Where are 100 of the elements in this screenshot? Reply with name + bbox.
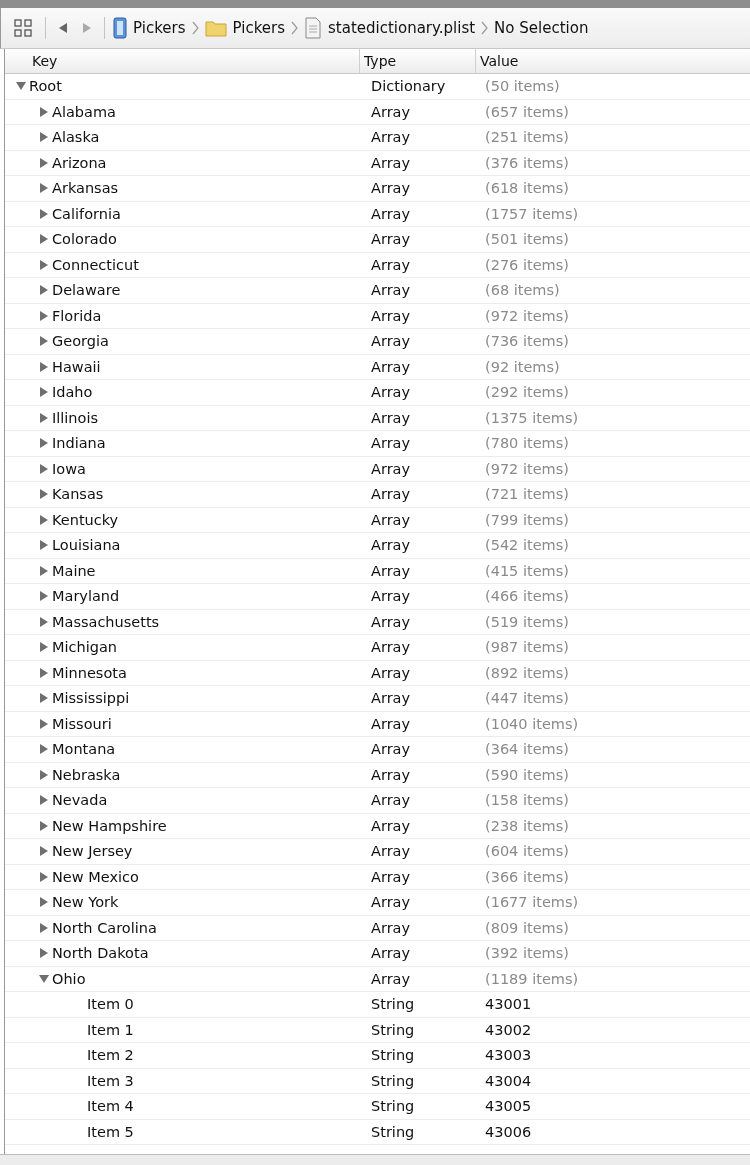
tree-row[interactable]: Louisiana Array (542 items) — [5, 533, 750, 559]
value-text: (92 items) — [484, 358, 560, 375]
key-text: Item 4 — [87, 1098, 134, 1115]
tree-row[interactable]: Nevada Array (158 items) — [5, 788, 750, 814]
key-text: California — [52, 205, 121, 222]
collapsed-triangle-icon[interactable] — [38, 105, 50, 118]
breadcrumb-item[interactable]: No Selection — [494, 19, 589, 37]
collapsed-triangle-icon[interactable] — [38, 692, 50, 705]
collapsed-triangle-icon[interactable] — [38, 309, 50, 322]
tree-row[interactable]: Item 4 String 43005 — [5, 1094, 750, 1120]
collapsed-triangle-icon[interactable] — [38, 845, 50, 858]
collapsed-triangle-icon[interactable] — [38, 539, 50, 552]
tree-row[interactable]: Root Dictionary (50 items) — [5, 74, 750, 100]
tree-row[interactable]: Delaware Array (68 items) — [5, 278, 750, 304]
tree-row[interactable]: Item 3 String 43004 — [5, 1068, 750, 1094]
collapsed-triangle-icon[interactable] — [38, 641, 50, 654]
tree-row[interactable]: Mississippi Array (447 items) — [5, 686, 750, 712]
key-text: Iowa — [52, 460, 86, 477]
tree-row[interactable]: Indiana Array (780 items) — [5, 431, 750, 457]
tree-row[interactable]: Item 0 String 43001 — [5, 992, 750, 1018]
column-title[interactable]: Key — [5, 49, 359, 73]
collapsed-triangle-icon[interactable] — [38, 207, 50, 220]
key-text: New Jersey — [52, 843, 133, 860]
collapsed-triangle-icon[interactable] — [38, 513, 50, 526]
tree-row[interactable]: Hawaii Array (92 items) — [5, 354, 750, 380]
collapsed-triangle-icon[interactable] — [38, 921, 50, 934]
collapsed-triangle-icon[interactable] — [38, 896, 50, 909]
tree-row[interactable]: North Dakota Array (392 items) — [5, 941, 750, 967]
collapsed-triangle-icon[interactable] — [38, 615, 50, 628]
expanded-triangle-icon[interactable] — [38, 972, 50, 985]
collapsed-triangle-icon[interactable] — [38, 488, 50, 501]
type-text: Array — [370, 664, 411, 681]
collapsed-triangle-icon[interactable] — [38, 819, 50, 832]
collapsed-triangle-icon[interactable] — [38, 717, 50, 730]
tree-row[interactable]: Montana Array (364 items) — [5, 737, 750, 763]
key-text: Maryland — [52, 588, 120, 605]
tree-row[interactable]: Connecticut Array (276 items) — [5, 252, 750, 278]
type-text: Array — [370, 460, 411, 477]
tree-row[interactable]: Missouri Array (1040 items) — [5, 711, 750, 737]
tree-row[interactable]: Arkansas Array (618 items) — [5, 176, 750, 202]
collapsed-triangle-icon[interactable] — [38, 131, 50, 144]
tree-row[interactable]: Maine Array (415 items) — [5, 558, 750, 584]
type-text: String — [370, 996, 415, 1013]
tree-row[interactable]: Idaho Array (292 items) — [5, 380, 750, 406]
collapsed-triangle-icon[interactable] — [38, 360, 50, 373]
collapsed-triangle-icon[interactable] — [38, 335, 50, 348]
tree-row[interactable]: Kansas Array (721 items) — [5, 482, 750, 508]
collapsed-triangle-icon[interactable] — [38, 743, 50, 756]
tree-row[interactable]: Massachusetts Array (519 items) — [5, 609, 750, 635]
tree-row[interactable]: Alaska Array (251 items) — [5, 125, 750, 151]
breadcrumb-item[interactable]: statedictionary.plist — [328, 19, 476, 37]
tree-row[interactable]: Item 5 String 43006 — [5, 1119, 750, 1145]
tree-row[interactable]: Illinois Array (1375 items) — [5, 405, 750, 431]
tree-row[interactable]: New Mexico Array (366 items) — [5, 864, 750, 890]
tree-row[interactable]: California Array (1757 items) — [5, 201, 750, 227]
breadcrumb-item[interactable]: Pickers — [232, 19, 285, 37]
collapsed-triangle-icon[interactable] — [38, 768, 50, 781]
tree-row[interactable]: North Carolina Array (809 items) — [5, 915, 750, 941]
tree-row[interactable]: Iowa Array (972 items) — [5, 456, 750, 482]
collapsed-triangle-icon[interactable] — [38, 794, 50, 807]
tree-row[interactable]: Alabama Array (657 items) — [5, 99, 750, 125]
tree-row[interactable]: Florida Array (972 items) — [5, 303, 750, 329]
tree-row[interactable]: New Hampshire Array (238 items) — [5, 813, 750, 839]
collapsed-triangle-icon[interactable] — [38, 411, 50, 424]
key-text: Ohio — [52, 970, 86, 987]
value-text: 43001 — [484, 996, 532, 1013]
collapsed-triangle-icon[interactable] — [38, 590, 50, 603]
tree-row[interactable]: Minnesota Array (892 items) — [5, 660, 750, 686]
collapsed-triangle-icon[interactable] — [38, 284, 50, 297]
collapsed-triangle-icon[interactable] — [38, 947, 50, 960]
tree-row[interactable]: Colorado Array (501 items) — [5, 227, 750, 253]
type-text: Array — [370, 715, 411, 732]
tree-row[interactable]: Arizona Array (376 items) — [5, 150, 750, 176]
collapsed-triangle-icon[interactable] — [38, 437, 50, 450]
collapsed-triangle-icon[interactable] — [38, 564, 50, 577]
tree-row[interactable]: Maryland Array (466 items) — [5, 584, 750, 610]
tree-row[interactable]: Kentucky Array (799 items) — [5, 507, 750, 533]
collapsed-triangle-icon[interactable] — [38, 462, 50, 475]
tree-row[interactable]: Ohio Array (1189 items) — [5, 966, 750, 992]
type-text: Array — [370, 282, 411, 299]
breadcrumb-item[interactable]: Pickers — [133, 19, 186, 37]
column-title[interactable]: Value — [475, 49, 750, 73]
collapsed-triangle-icon[interactable] — [38, 258, 50, 271]
tree-row[interactable]: Item 1 String 43002 — [5, 1017, 750, 1043]
value-text: (392 items) — [484, 945, 569, 962]
collapsed-triangle-icon[interactable] — [38, 182, 50, 195]
tree-row[interactable]: Nebraska Array (590 items) — [5, 762, 750, 788]
value-text: (68 items) — [484, 282, 560, 299]
chevron-icon — [191, 21, 199, 35]
column-title[interactable]: Type — [359, 49, 475, 73]
collapsed-triangle-icon[interactable] — [38, 156, 50, 169]
collapsed-triangle-icon[interactable] — [38, 870, 50, 883]
collapsed-triangle-icon[interactable] — [38, 666, 50, 679]
collapsed-triangle-icon[interactable] — [38, 386, 50, 399]
collapsed-triangle-icon[interactable] — [38, 233, 50, 246]
tree-row[interactable]: Georgia Array (736 items) — [5, 329, 750, 355]
tree-row[interactable]: Michigan Array (987 items) — [5, 635, 750, 661]
tree-row[interactable]: Item 2 String 43003 — [5, 1043, 750, 1069]
tree-row[interactable]: New York Array (1677 items) — [5, 890, 750, 916]
tree-row[interactable]: New Jersey Array (604 items) — [5, 839, 750, 865]
